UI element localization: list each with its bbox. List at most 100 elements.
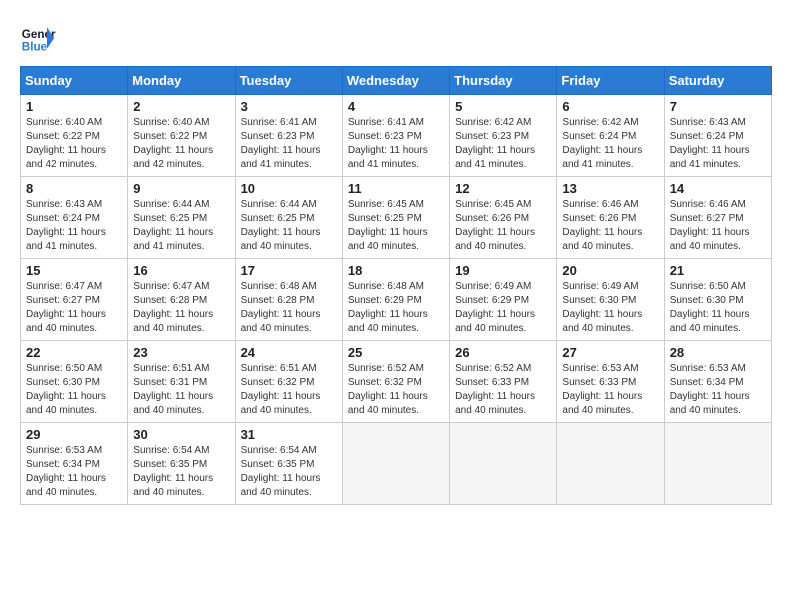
day-info: Sunrise: 6:51 AM Sunset: 6:32 PM Dayligh… — [241, 362, 337, 418]
day-number: 23 — [133, 345, 229, 360]
calendar-day: 9 Sunrise: 6:44 AM Sunset: 6:25 PM Dayli… — [128, 177, 235, 259]
day-info: Sunrise: 6:52 AM Sunset: 6:33 PM Dayligh… — [455, 362, 551, 418]
calendar-week-2: 8 Sunrise: 6:43 AM Sunset: 6:24 PM Dayli… — [21, 177, 772, 259]
day-info: Sunrise: 6:48 AM Sunset: 6:28 PM Dayligh… — [241, 280, 337, 336]
day-number: 4 — [348, 99, 444, 114]
day-number: 10 — [241, 181, 337, 196]
calendar-day: 24 Sunrise: 6:51 AM Sunset: 6:32 PM Dayl… — [235, 341, 342, 423]
calendar-day: 8 Sunrise: 6:43 AM Sunset: 6:24 PM Dayli… — [21, 177, 128, 259]
calendar-day: 3 Sunrise: 6:41 AM Sunset: 6:23 PM Dayli… — [235, 95, 342, 177]
day-number: 31 — [241, 427, 337, 442]
day-number: 13 — [562, 181, 658, 196]
day-number: 28 — [670, 345, 766, 360]
calendar-day: 19 Sunrise: 6:49 AM Sunset: 6:29 PM Dayl… — [450, 259, 557, 341]
day-info: Sunrise: 6:45 AM Sunset: 6:25 PM Dayligh… — [348, 198, 444, 254]
day-info: Sunrise: 6:42 AM Sunset: 6:24 PM Dayligh… — [562, 116, 658, 172]
day-info: Sunrise: 6:46 AM Sunset: 6:27 PM Dayligh… — [670, 198, 766, 254]
day-info: Sunrise: 6:50 AM Sunset: 6:30 PM Dayligh… — [670, 280, 766, 336]
calendar-day: 14 Sunrise: 6:46 AM Sunset: 6:27 PM Dayl… — [664, 177, 771, 259]
weekday-header-sunday: Sunday — [21, 67, 128, 95]
day-info: Sunrise: 6:53 AM Sunset: 6:34 PM Dayligh… — [670, 362, 766, 418]
calendar-day: 12 Sunrise: 6:45 AM Sunset: 6:26 PM Dayl… — [450, 177, 557, 259]
calendar-week-4: 22 Sunrise: 6:50 AM Sunset: 6:30 PM Dayl… — [21, 341, 772, 423]
day-info: Sunrise: 6:50 AM Sunset: 6:30 PM Dayligh… — [26, 362, 122, 418]
calendar-day: 16 Sunrise: 6:47 AM Sunset: 6:28 PM Dayl… — [128, 259, 235, 341]
calendar-day: 25 Sunrise: 6:52 AM Sunset: 6:32 PM Dayl… — [342, 341, 449, 423]
day-info: Sunrise: 6:43 AM Sunset: 6:24 PM Dayligh… — [26, 198, 122, 254]
day-number: 19 — [455, 263, 551, 278]
day-number: 2 — [133, 99, 229, 114]
calendar-day — [342, 423, 449, 505]
calendar-day: 15 Sunrise: 6:47 AM Sunset: 6:27 PM Dayl… — [21, 259, 128, 341]
calendar-day: 18 Sunrise: 6:48 AM Sunset: 6:29 PM Dayl… — [342, 259, 449, 341]
day-info: Sunrise: 6:53 AM Sunset: 6:34 PM Dayligh… — [26, 444, 122, 500]
calendar-day: 23 Sunrise: 6:51 AM Sunset: 6:31 PM Dayl… — [128, 341, 235, 423]
day-number: 30 — [133, 427, 229, 442]
weekday-header-wednesday: Wednesday — [342, 67, 449, 95]
calendar-day — [450, 423, 557, 505]
calendar-day: 22 Sunrise: 6:50 AM Sunset: 6:30 PM Dayl… — [21, 341, 128, 423]
calendar-day: 5 Sunrise: 6:42 AM Sunset: 6:23 PM Dayli… — [450, 95, 557, 177]
weekday-header-friday: Friday — [557, 67, 664, 95]
day-info: Sunrise: 6:42 AM Sunset: 6:23 PM Dayligh… — [455, 116, 551, 172]
day-info: Sunrise: 6:49 AM Sunset: 6:29 PM Dayligh… — [455, 280, 551, 336]
day-number: 6 — [562, 99, 658, 114]
day-info: Sunrise: 6:44 AM Sunset: 6:25 PM Dayligh… — [241, 198, 337, 254]
day-info: Sunrise: 6:48 AM Sunset: 6:29 PM Dayligh… — [348, 280, 444, 336]
day-number: 21 — [670, 263, 766, 278]
calendar-week-3: 15 Sunrise: 6:47 AM Sunset: 6:27 PM Dayl… — [21, 259, 772, 341]
day-number: 22 — [26, 345, 122, 360]
day-number: 3 — [241, 99, 337, 114]
day-number: 8 — [26, 181, 122, 196]
day-info: Sunrise: 6:40 AM Sunset: 6:22 PM Dayligh… — [26, 116, 122, 172]
calendar-week-1: 1 Sunrise: 6:40 AM Sunset: 6:22 PM Dayli… — [21, 95, 772, 177]
logo: General Blue — [20, 20, 56, 56]
day-info: Sunrise: 6:45 AM Sunset: 6:26 PM Dayligh… — [455, 198, 551, 254]
day-number: 9 — [133, 181, 229, 196]
day-number: 12 — [455, 181, 551, 196]
weekday-header-tuesday: Tuesday — [235, 67, 342, 95]
day-number: 29 — [26, 427, 122, 442]
day-number: 14 — [670, 181, 766, 196]
day-info: Sunrise: 6:41 AM Sunset: 6:23 PM Dayligh… — [241, 116, 337, 172]
day-number: 5 — [455, 99, 551, 114]
day-number: 15 — [26, 263, 122, 278]
calendar-table: SundayMondayTuesdayWednesdayThursdayFrid… — [20, 66, 772, 505]
svg-text:Blue: Blue — [22, 41, 48, 54]
day-info: Sunrise: 6:47 AM Sunset: 6:27 PM Dayligh… — [26, 280, 122, 336]
calendar-day: 29 Sunrise: 6:53 AM Sunset: 6:34 PM Dayl… — [21, 423, 128, 505]
calendar-day: 11 Sunrise: 6:45 AM Sunset: 6:25 PM Dayl… — [342, 177, 449, 259]
weekday-header-row: SundayMondayTuesdayWednesdayThursdayFrid… — [21, 67, 772, 95]
calendar-day: 13 Sunrise: 6:46 AM Sunset: 6:26 PM Dayl… — [557, 177, 664, 259]
calendar-day: 26 Sunrise: 6:52 AM Sunset: 6:33 PM Dayl… — [450, 341, 557, 423]
day-info: Sunrise: 6:51 AM Sunset: 6:31 PM Dayligh… — [133, 362, 229, 418]
day-info: Sunrise: 6:41 AM Sunset: 6:23 PM Dayligh… — [348, 116, 444, 172]
day-info: Sunrise: 6:46 AM Sunset: 6:26 PM Dayligh… — [562, 198, 658, 254]
day-number: 18 — [348, 263, 444, 278]
day-info: Sunrise: 6:40 AM Sunset: 6:22 PM Dayligh… — [133, 116, 229, 172]
logo-icon: General Blue — [20, 20, 56, 56]
calendar-day: 30 Sunrise: 6:54 AM Sunset: 6:35 PM Dayl… — [128, 423, 235, 505]
calendar-day: 4 Sunrise: 6:41 AM Sunset: 6:23 PM Dayli… — [342, 95, 449, 177]
calendar-day: 17 Sunrise: 6:48 AM Sunset: 6:28 PM Dayl… — [235, 259, 342, 341]
weekday-header-thursday: Thursday — [450, 67, 557, 95]
calendar-day: 6 Sunrise: 6:42 AM Sunset: 6:24 PM Dayli… — [557, 95, 664, 177]
day-number: 11 — [348, 181, 444, 196]
day-number: 7 — [670, 99, 766, 114]
calendar-day: 31 Sunrise: 6:54 AM Sunset: 6:35 PM Dayl… — [235, 423, 342, 505]
day-info: Sunrise: 6:47 AM Sunset: 6:28 PM Dayligh… — [133, 280, 229, 336]
calendar-day: 2 Sunrise: 6:40 AM Sunset: 6:22 PM Dayli… — [128, 95, 235, 177]
day-info: Sunrise: 6:54 AM Sunset: 6:35 PM Dayligh… — [133, 444, 229, 500]
day-number: 1 — [26, 99, 122, 114]
calendar-day: 27 Sunrise: 6:53 AM Sunset: 6:33 PM Dayl… — [557, 341, 664, 423]
day-number: 17 — [241, 263, 337, 278]
calendar-day: 28 Sunrise: 6:53 AM Sunset: 6:34 PM Dayl… — [664, 341, 771, 423]
day-number: 24 — [241, 345, 337, 360]
calendar-day: 20 Sunrise: 6:49 AM Sunset: 6:30 PM Dayl… — [557, 259, 664, 341]
calendar-day: 10 Sunrise: 6:44 AM Sunset: 6:25 PM Dayl… — [235, 177, 342, 259]
day-info: Sunrise: 6:49 AM Sunset: 6:30 PM Dayligh… — [562, 280, 658, 336]
day-info: Sunrise: 6:43 AM Sunset: 6:24 PM Dayligh… — [670, 116, 766, 172]
page-header: General Blue — [20, 20, 772, 56]
day-info: Sunrise: 6:44 AM Sunset: 6:25 PM Dayligh… — [133, 198, 229, 254]
day-info: Sunrise: 6:53 AM Sunset: 6:33 PM Dayligh… — [562, 362, 658, 418]
